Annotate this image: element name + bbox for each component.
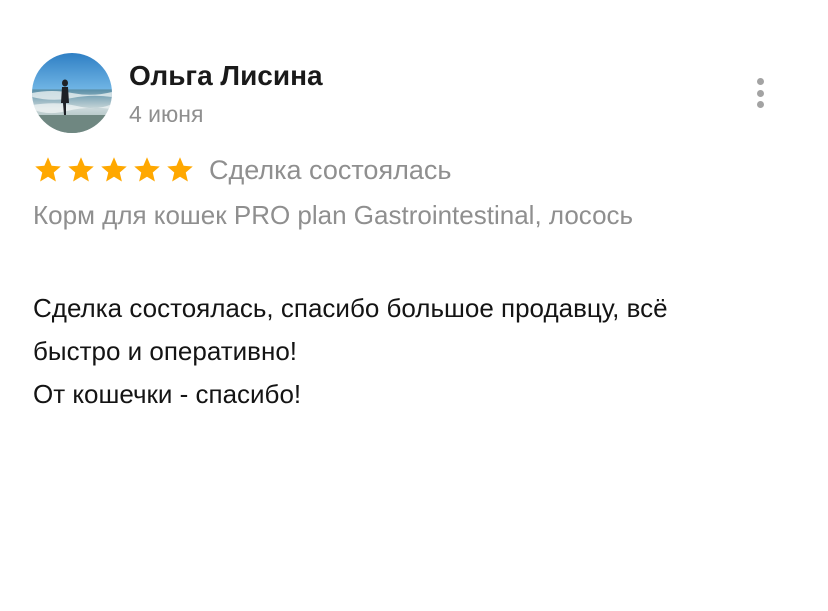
avatar-photo [32,53,112,133]
star-icon [99,155,129,185]
review-text-line: быстро и оперативно! [33,336,298,366]
review-text: Сделка состоялась, спасибо большое прода… [33,287,813,416]
review-date: 4 июня [129,101,204,127]
star-icon [66,155,96,185]
review-text-line: От кошечки - спасибо! [33,379,302,409]
avatar[interactable] [32,53,112,133]
author-name[interactable]: Ольга Лисина [129,58,323,94]
star-icon [33,155,63,185]
item-title[interactable]: Корм для кошек PRO plan Gastrointestinal… [33,198,633,232]
more-options-button[interactable] [748,76,772,110]
star-icon [165,155,195,185]
review-card: Ольга Лисина 4 июня Сделка состоялась Ко… [0,0,828,611]
more-vertical-icon [756,78,764,85]
star-icon [132,155,162,185]
rating-stars [33,155,195,185]
review-text-line: Сделка состоялась, спасибо большое прода… [33,293,668,323]
deal-status: Сделка состоялась [209,154,452,185]
rating-row: Сделка состоялась [33,153,451,187]
